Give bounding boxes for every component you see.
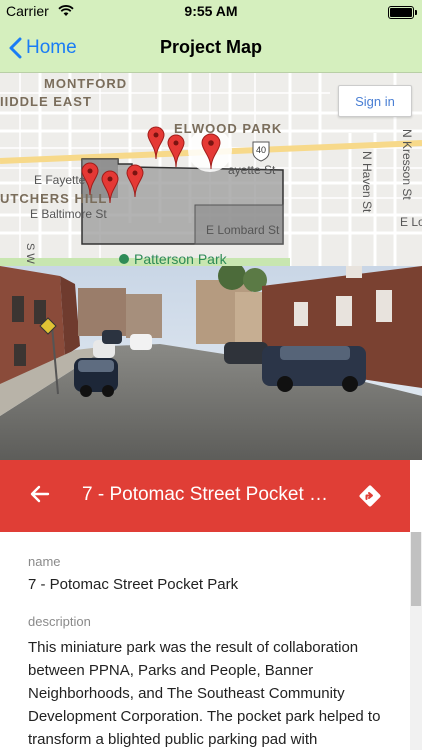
map-label-n-haven: N Haven St bbox=[360, 151, 374, 213]
map-label-fayette-st: ayette St bbox=[228, 163, 276, 177]
map-label-e-lo: E Lo bbox=[400, 215, 422, 229]
navigation-bar: Home Project Map bbox=[0, 24, 422, 73]
map-label-elwood-park: ELWOOD PARK bbox=[174, 121, 283, 136]
back-arrow-icon[interactable] bbox=[30, 484, 50, 509]
page-title: Project Map bbox=[159, 37, 263, 57]
street-view-photo bbox=[0, 266, 422, 460]
description-label: description bbox=[28, 614, 91, 629]
directions-icon[interactable] bbox=[358, 484, 382, 513]
description-value: This miniature park was the result of co… bbox=[28, 639, 381, 748]
detail-content: name 7 - Potomac Street Pocket Park desc… bbox=[0, 532, 410, 750]
sign-in-button[interactable]: Sign in bbox=[338, 85, 412, 117]
detail-header: 7 - Potomac Street Pocket Park bbox=[0, 460, 410, 532]
name-label: name bbox=[28, 554, 61, 569]
map-label-butchers-hill: UTCHERS HILL bbox=[0, 191, 108, 206]
name-value: 7 - Potomac Street Pocket Park bbox=[28, 576, 239, 593]
map-label-e-baltimore: E Baltimore St bbox=[30, 207, 107, 221]
map-label-middle-east: IIDDLE EAST bbox=[0, 94, 92, 109]
status-bar: Carrier 9:55 AM bbox=[0, 0, 422, 24]
map-label-n-kresson: N Kresson St bbox=[400, 129, 414, 200]
map-label-s-w: S W bbox=[24, 243, 36, 264]
project-map[interactable]: MONTFORD IIDDLE EAST ELWOOD PARK UTCHERS… bbox=[0, 73, 422, 266]
clock: 9:55 AM bbox=[184, 3, 238, 19]
map-label-montford: MONTFORD bbox=[44, 76, 128, 91]
scrollbar-thumb[interactable] bbox=[411, 532, 421, 606]
route-number: 40 bbox=[256, 145, 267, 155]
map-label-e-lombard: E Lombard St bbox=[206, 223, 280, 237]
park-pin-icon bbox=[119, 254, 129, 264]
battery-icon bbox=[388, 6, 417, 19]
detail-title: 7 - Potomac Street Pocket Park bbox=[82, 484, 336, 505]
scrollbar[interactable] bbox=[410, 532, 422, 750]
map-label-e-fayette: E Fayette bbox=[34, 173, 86, 187]
map-label-patterson-park: Patterson Park bbox=[134, 251, 227, 266]
